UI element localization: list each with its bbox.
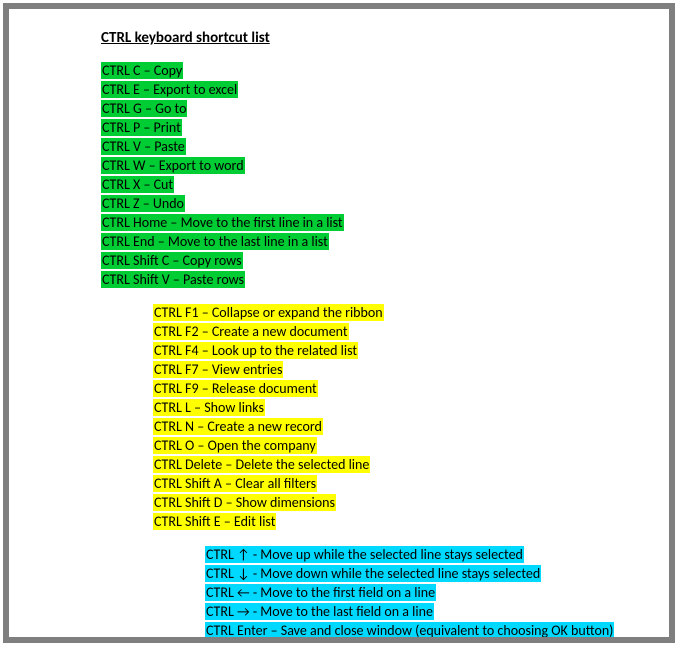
shortcut-line: CTRL ↑ - Move up while the selected line…: [205, 545, 651, 564]
shortcut-line: CTRL C – Copy: [101, 61, 651, 80]
shortcut-line: CTRL Shift C – Copy rows: [101, 251, 651, 270]
shortcut-text: CTRL F2 – Create a new document: [153, 323, 349, 340]
shortcut-text: CTRL F7 – View entries: [153, 361, 283, 378]
shortcut-text: CTRL N – Create a new record: [153, 418, 323, 435]
shortcut-text: CTRL Shift F3 – Select Limit totals to (…: [205, 641, 480, 643]
shortcut-line: CTRL P – Print: [101, 118, 651, 137]
shortcut-line: CTRL Shift V – Paste rows: [101, 270, 651, 289]
shortcut-text: CTRL E – Export to excel: [101, 81, 238, 98]
shortcut-text: CTRL X – Cut: [101, 176, 174, 193]
shortcut-line: CTRL F1 – Collapse or expand the ribbon: [153, 303, 651, 322]
shortcut-line: CTRL End – Move to the last line in a li…: [101, 232, 651, 251]
shortcut-line: CTRL Shift D – Show dimensions: [153, 493, 651, 512]
shortcut-text: CTRL O – Open the company: [153, 437, 317, 454]
shortcut-text: CTRL G – Go to: [101, 100, 187, 117]
shortcut-text: CTRL → - Move to the last field on a lin…: [205, 603, 434, 620]
shortcut-text: CTRL ↓ - Move down while the selected li…: [205, 565, 541, 582]
shortcut-line: CTRL F7 – View entries: [153, 360, 651, 379]
shortcut-line: CTRL Shift F3 – Select Limit totals to (…: [205, 640, 651, 643]
shortcut-line: CTRL F2 – Create a new document: [153, 322, 651, 341]
shortcut-line: CTRL W – Export to word: [101, 156, 651, 175]
page-title: CTRL keyboard shortcut list: [101, 29, 651, 47]
shortcut-text: CTRL L – Show links: [153, 399, 265, 416]
shortcut-line: CTRL L – Show links: [153, 398, 651, 417]
shortcut-line: CTRL O – Open the company: [153, 436, 651, 455]
document-frame: CTRL keyboard shortcut list CTRL C – Cop…: [3, 3, 675, 643]
shortcut-line: CTRL ↓ - Move down while the selected li…: [205, 564, 651, 583]
shortcut-line: CTRL G – Go to: [101, 99, 651, 118]
shortcut-line: CTRL V – Paste: [101, 137, 651, 156]
shortcut-text: CTRL Shift A – Clear all filters: [153, 475, 317, 492]
shortcut-line: CTRL F9 – Release document: [153, 379, 651, 398]
shortcut-line: CTRL → - Move to the last field on a lin…: [205, 602, 651, 621]
shortcut-text: CTRL F1 – Collapse or expand the ribbon: [153, 304, 384, 321]
shortcut-line: CTRL Enter – Save and close window (equi…: [205, 621, 651, 640]
shortcut-line: CTRL Shift E – Edit list: [153, 512, 651, 531]
shortcut-text: CTRL C – Copy: [101, 62, 183, 79]
shortcut-text: CTRL F4 – Look up to the related list: [153, 342, 358, 359]
shortcut-group-2: CTRL F1 – Collapse or expand the ribbon C…: [153, 303, 651, 531]
shortcut-text: CTRL Delete – Delete the selected line: [153, 456, 370, 473]
shortcut-text: CTRL Home – Move to the first line in a …: [101, 214, 344, 231]
shortcut-text: CTRL ← - Move to the first field on a li…: [205, 584, 436, 601]
shortcut-groups: CTRL C – Copy CTRL E – Export to excel CTR…: [27, 61, 651, 643]
shortcut-text: CTRL Shift C – Copy rows: [101, 252, 243, 269]
shortcut-text: CTRL Shift E – Edit list: [153, 513, 276, 530]
shortcut-line: CTRL X – Cut: [101, 175, 651, 194]
shortcut-line: CTRL Delete – Delete the selected line: [153, 455, 651, 474]
shortcut-text: CTRL End – Move to the last line in a li…: [101, 233, 329, 250]
shortcut-line: CTRL N – Create a new record: [153, 417, 651, 436]
shortcut-text: CTRL F9 – Release document: [153, 380, 318, 397]
shortcut-text: CTRL Z – Undo: [101, 195, 185, 212]
shortcut-text: CTRL Enter – Save and close window (equi…: [205, 622, 614, 639]
shortcut-text: CTRL V – Paste: [101, 138, 186, 155]
shortcut-text: CTRL W – Export to word: [101, 157, 245, 174]
shortcut-group-3: CTRL ↑ - Move up while the selected line…: [205, 545, 651, 643]
shortcut-group-1: CTRL C – Copy CTRL E – Export to excel CTR…: [101, 61, 651, 289]
shortcut-line: CTRL Z – Undo: [101, 194, 651, 213]
shortcut-line: CTRL Shift A – Clear all filters: [153, 474, 651, 493]
shortcut-line: CTRL ← - Move to the first field on a li…: [205, 583, 651, 602]
shortcut-text: CTRL P – Print: [101, 119, 182, 136]
shortcut-line: CTRL Home – Move to the first line in a …: [101, 213, 651, 232]
shortcut-text: CTRL Shift D – Show dimensions: [153, 494, 336, 511]
shortcut-text: CTRL ↑ - Move up while the selected line…: [205, 546, 524, 563]
shortcut-text: CTRL Shift V – Paste rows: [101, 271, 245, 288]
shortcut-line: CTRL E – Export to excel: [101, 80, 651, 99]
shortcut-line: CTRL F4 – Look up to the related list: [153, 341, 651, 360]
